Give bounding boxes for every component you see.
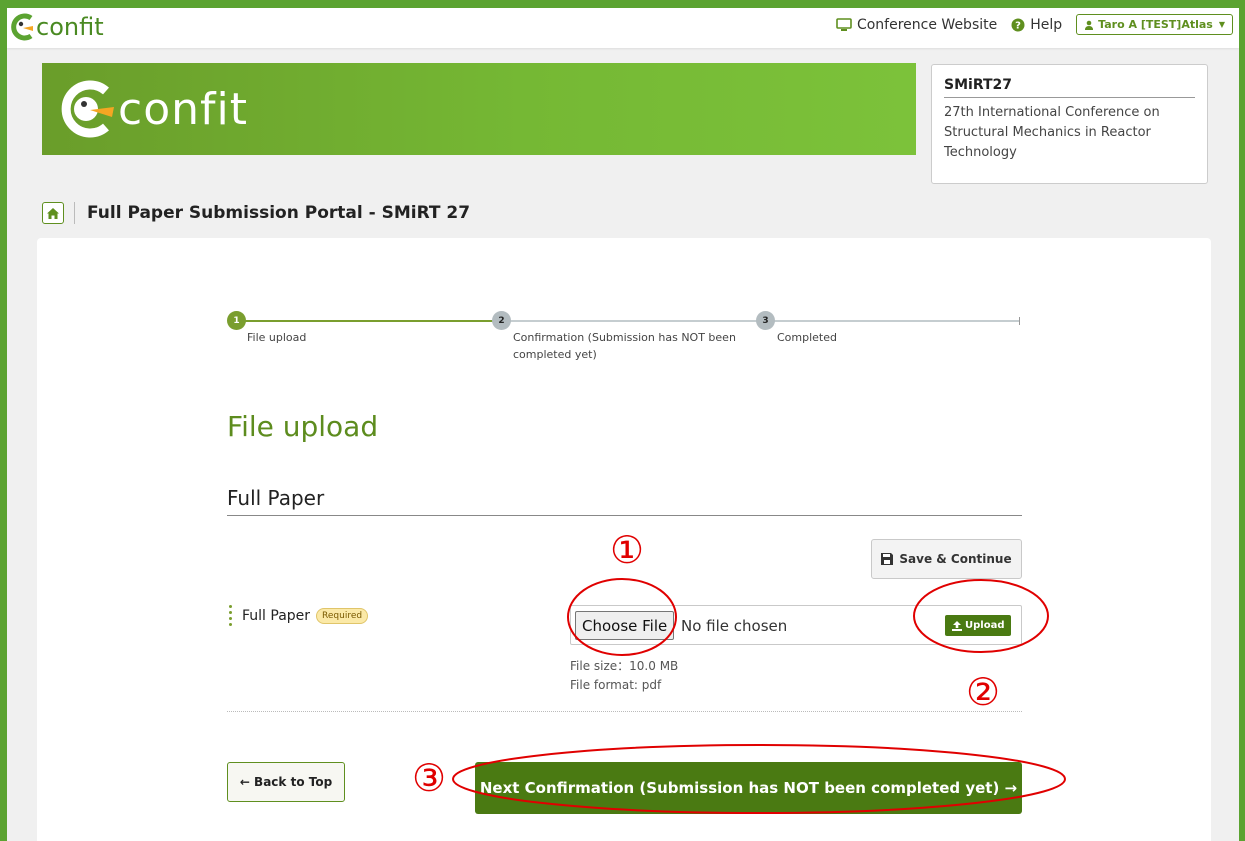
nav-right: Conference Website ? Help Taro A [TEST]A…	[836, 14, 1233, 35]
confit-logo[interactable]: confit	[11, 10, 104, 44]
file-format-text: File format: pdf	[570, 678, 662, 692]
main-card: 1 File upload 2 Confirmation (Submission…	[37, 238, 1211, 841]
conference-website-link[interactable]: Conference Website	[836, 17, 997, 33]
no-file-chosen-text: No file chosen	[681, 617, 788, 635]
save-continue-label: Save & Continue	[899, 552, 1012, 566]
banner-logo: confit	[60, 79, 248, 139]
step-dot-3: 3	[756, 311, 775, 330]
logo-wordmark: confit	[36, 13, 104, 41]
monitor-icon	[836, 17, 852, 31]
progress-stepper: 1 File upload 2 Confirmation (Submission…	[227, 310, 1027, 380]
back-to-top-button[interactable]: ← Back to Top	[227, 762, 345, 802]
chevron-down-icon: ▼	[1218, 20, 1225, 29]
next-confirmation-button[interactable]: Next Confirmation (Submission has NOT be…	[475, 762, 1022, 814]
user-menu-button[interactable]: Taro A [TEST]Atlas ▼	[1076, 14, 1233, 35]
banner-wordmark: confit	[118, 83, 248, 135]
help-link[interactable]: ? Help	[1011, 17, 1062, 33]
home-icon	[47, 207, 59, 219]
upload-label: Upload	[965, 620, 1005, 631]
section-divider	[227, 515, 1022, 516]
breadcrumb: Full Paper Submission Portal - SMiRT 27	[42, 202, 470, 224]
step-label-2: Confirmation (Submission has NOT been co…	[513, 331, 736, 361]
conference-abbr: SMiRT27	[944, 77, 1195, 98]
page-title: Full Paper Submission Portal - SMiRT 27	[87, 203, 471, 223]
form-heading: File upload	[227, 410, 379, 443]
duck-logo-icon	[61, 80, 114, 138]
section-heading: Full Paper	[227, 486, 325, 510]
top-nav: confit Conference Website ? Help Taro A …	[7, 8, 1239, 48]
user-name: Taro A [TEST]Atlas	[1098, 18, 1213, 31]
svg-text:?: ?	[1015, 20, 1021, 31]
conference-full-name: 27th International Conference on Structu…	[944, 105, 1160, 160]
required-badge: Required	[316, 607, 369, 624]
file-input-box: Choose File No file chosen Upload	[570, 605, 1022, 645]
conference-banner: confit	[42, 63, 916, 155]
upload-icon	[952, 620, 962, 631]
divider	[74, 202, 75, 224]
full-paper-field-label: Full Paper Required	[229, 605, 369, 626]
save-continue-button[interactable]: Save & Continue	[871, 539, 1022, 579]
step-line-1	[237, 320, 501, 322]
app-frame: confit Conference Website ? Help Taro A …	[7, 8, 1239, 841]
upload-button[interactable]: Upload	[945, 615, 1012, 636]
step-dot-1: 1	[227, 311, 246, 330]
conference-info-box: SMiRT27 27th International Conference on…	[931, 64, 1208, 184]
home-button[interactable]	[42, 202, 64, 224]
user-icon	[1085, 20, 1094, 30]
step-dot-2: 2	[492, 311, 511, 330]
conference-website-label: Conference Website	[856, 16, 998, 33]
dotted-divider	[227, 711, 1022, 712]
help-icon: ?	[1011, 18, 1025, 31]
drag-handle-icon	[229, 605, 232, 626]
step-label-1: File upload	[247, 331, 307, 344]
field-name: Full Paper	[242, 607, 311, 624]
step-line-2	[501, 320, 765, 322]
file-size-text: File size：10.0 MB	[570, 659, 679, 673]
help-label: Help	[1030, 16, 1063, 33]
step-label-3: Completed	[777, 331, 837, 344]
file-requirements: File size：10.0 MB File format: pdf	[570, 657, 678, 695]
choose-file-button[interactable]: Choose File	[575, 611, 675, 640]
stepper-end-tick	[1019, 317, 1020, 325]
step-line-3	[765, 320, 1019, 322]
floppy-disk-icon	[881, 553, 894, 565]
duck-logo-icon	[11, 13, 33, 41]
